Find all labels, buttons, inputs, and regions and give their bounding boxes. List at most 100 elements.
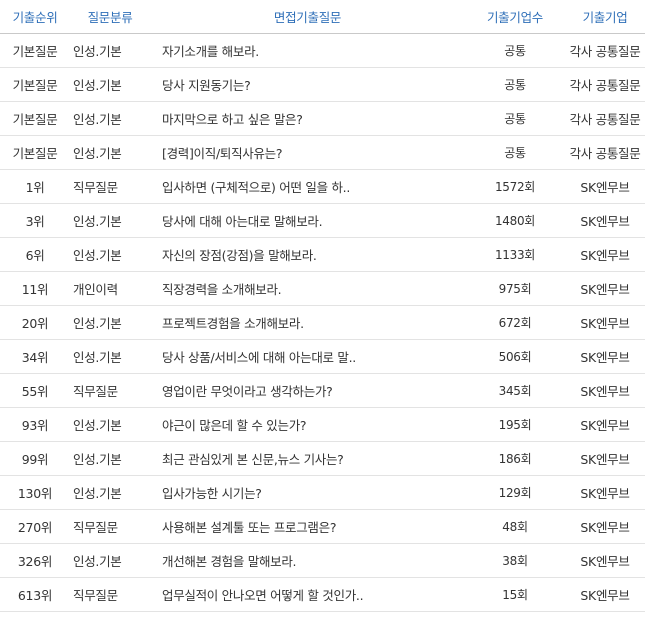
cell-company: SK엔무브: [565, 237, 645, 272]
cell-company: SK엔무브: [565, 509, 645, 544]
cell-count: 186회: [465, 441, 565, 476]
cell-rank: 20위: [0, 305, 70, 340]
cell-category: 인성.기본: [70, 543, 150, 578]
table-row[interactable]: 3위 인성.기본 당사에 대해 아는대로 말해보라. 1480회 SK엔무브: [0, 203, 645, 238]
header-company: 기출기업: [565, 0, 645, 34]
table-row[interactable]: 93위 인성.기본 야근이 많은데 할 수 있는가? 195회 SK엔무브: [0, 407, 645, 442]
cell-count: 195회: [465, 407, 565, 442]
cell-count: 공통: [465, 67, 565, 102]
cell-company: SK엔무브: [565, 543, 645, 578]
cell-category: 직무질문: [70, 373, 150, 408]
cell-rank: 1위: [0, 169, 70, 204]
cell-rank: 613위: [0, 577, 70, 612]
cell-count: 48회: [465, 509, 565, 544]
table-row[interactable]: 11위 개인이력 직장경력을 소개해보라. 975회 SK엔무브: [0, 271, 645, 306]
header-rank: 기출순위: [0, 0, 70, 34]
cell-company: SK엔무브: [565, 441, 645, 476]
cell-category: 직무질문: [70, 169, 150, 204]
table-row[interactable]: 기본질문 인성.기본 당사 지원동기는? 공통 각사 공통질문: [0, 67, 645, 102]
header-category: 질문분류: [70, 0, 150, 34]
cell-rank: 326위: [0, 543, 70, 578]
cell-count: 1133회: [465, 237, 565, 272]
cell-rank: 3위: [0, 203, 70, 238]
cell-question[interactable]: 직장경력을 소개해보라.: [150, 271, 465, 306]
cell-category: 인성.기본: [70, 203, 150, 238]
cell-category: 인성.기본: [70, 101, 150, 136]
cell-rank: 기본질문: [0, 135, 70, 170]
cell-rank: 55위: [0, 373, 70, 408]
cell-company: SK엔무브: [565, 169, 645, 204]
table-row[interactable]: 270위 직무질문 사용해본 설계툴 또는 프로그램은? 48회 SK엔무브: [0, 509, 645, 544]
cell-question[interactable]: 야근이 많은데 할 수 있는가?: [150, 407, 465, 442]
table-row[interactable]: 326위 인성.기본 개선해본 경험을 말해보라. 38회 SK엔무브: [0, 543, 645, 578]
cell-question[interactable]: 자신의 장점(강점)을 말해보라.: [150, 237, 465, 272]
cell-question[interactable]: 개선해본 경험을 말해보라.: [150, 543, 465, 578]
cell-count: 672회: [465, 305, 565, 340]
cell-rank: 6위: [0, 237, 70, 272]
cell-category: 직무질문: [70, 509, 150, 544]
table-row[interactable]: 34위 인성.기본 당사 상품/서비스에 대해 아는대로 말.. 506회 SK엔무브: [0, 339, 645, 374]
table-row[interactable]: 20위 인성.기본 프로젝트경험을 소개해보라. 672회 SK엔무브: [0, 305, 645, 340]
cell-question[interactable]: 자기소개를 해보라.: [150, 33, 465, 68]
cell-company: SK엔무브: [565, 373, 645, 408]
cell-count: 1480회: [465, 203, 565, 238]
cell-question[interactable]: 당사 지원동기는?: [150, 67, 465, 102]
cell-question[interactable]: 사용해본 설계툴 또는 프로그램은?: [150, 509, 465, 544]
cell-category: 인성.기본: [70, 339, 150, 374]
cell-question[interactable]: 프로젝트경험을 소개해보라.: [150, 305, 465, 340]
cell-category: 인성.기본: [70, 407, 150, 442]
cell-category: 인성.기본: [70, 475, 150, 510]
cell-question[interactable]: 입사하면 (구체적으로) 어떤 일을 하..: [150, 169, 465, 204]
cell-rank: 34위: [0, 339, 70, 374]
cell-question[interactable]: [경력]이직/퇴직사유는?: [150, 135, 465, 170]
table-header: 기출순위 질문분류 면접기출질문 기출기업수 기출기업: [0, 0, 645, 34]
table-row[interactable]: 기본질문 인성.기본 마지막으로 하고 싶은 말은? 공통 각사 공통질문: [0, 101, 645, 136]
table-row[interactable]: 6위 인성.기본 자신의 장점(강점)을 말해보라. 1133회 SK엔무브: [0, 237, 645, 272]
cell-company: 각사 공통질문: [565, 33, 645, 68]
table-row[interactable]: 55위 직무질문 영업이란 무엇이라고 생각하는가? 345회 SK엔무브: [0, 373, 645, 408]
interview-questions-table: 기출순위 질문분류 면접기출질문 기출기업수 기출기업 기본질문 인성.기본 자기소…: [0, 0, 645, 612]
cell-rank: 기본질문: [0, 33, 70, 68]
interview-questions-page: 기출순위 질문분류 면접기출질문 기출기업수 기출기업 기본질문 인성.기본 자기소…: [0, 0, 645, 618]
table-row[interactable]: 1위 직무질문 입사하면 (구체적으로) 어떤 일을 하.. 1572회 SK엔무브: [0, 169, 645, 204]
cell-count: 15회: [465, 577, 565, 612]
cell-question[interactable]: 최근 관심있게 본 신문,뉴스 기사는?: [150, 441, 465, 476]
cell-company: SK엔무브: [565, 577, 645, 612]
cell-category: 인성.기본: [70, 441, 150, 476]
table-row[interactable]: 99위 인성.기본 최근 관심있게 본 신문,뉴스 기사는? 186회 SK엔무브: [0, 441, 645, 476]
cell-count: 1572회: [465, 169, 565, 204]
table-row[interactable]: 기본질문 인성.기본 [경력]이직/퇴직사유는? 공통 각사 공통질문: [0, 135, 645, 170]
cell-company: SK엔무브: [565, 203, 645, 238]
cell-company: SK엔무브: [565, 305, 645, 340]
header-count: 기출기업수: [465, 0, 565, 34]
cell-rank: 11위: [0, 271, 70, 306]
header-row: 기출순위 질문분류 면접기출질문 기출기업수 기출기업: [0, 0, 645, 34]
cell-question[interactable]: 영업이란 무엇이라고 생각하는가?: [150, 373, 465, 408]
cell-question[interactable]: 당사에 대해 아는대로 말해보라.: [150, 203, 465, 238]
table-body: 기본질문 인성.기본 자기소개를 해보라. 공통 각사 공통질문 기본질문 인성.기본 당사 …: [0, 33, 645, 612]
cell-company: SK엔무브: [565, 407, 645, 442]
cell-question[interactable]: 업무실적이 안나오면 어떻게 할 것인가..: [150, 577, 465, 612]
cell-rank: 93위: [0, 407, 70, 442]
cell-company: 각사 공통질문: [565, 101, 645, 136]
cell-question[interactable]: 입사가능한 시기는?: [150, 475, 465, 510]
table-row[interactable]: 130위 인성.기본 입사가능한 시기는? 129회 SK엔무브: [0, 475, 645, 510]
cell-count: 506회: [465, 339, 565, 374]
header-question: 면접기출질문: [150, 0, 465, 34]
cell-category: 인성.기본: [70, 67, 150, 102]
cell-company: SK엔무브: [565, 475, 645, 510]
cell-count: 공통: [465, 33, 565, 68]
cell-company: 각사 공통질문: [565, 135, 645, 170]
cell-category: 인성.기본: [70, 135, 150, 170]
table-row[interactable]: 613위 직무질문 업무실적이 안나오면 어떻게 할 것인가.. 15회 SK엔무브: [0, 577, 645, 612]
cell-question[interactable]: 당사 상품/서비스에 대해 아는대로 말..: [150, 339, 465, 374]
cell-count: 345회: [465, 373, 565, 408]
table-row[interactable]: 기본질문 인성.기본 자기소개를 해보라. 공통 각사 공통질문: [0, 33, 645, 68]
cell-category: 인성.기본: [70, 305, 150, 340]
cell-count: 38회: [465, 543, 565, 578]
cell-rank: 99위: [0, 441, 70, 476]
cell-count: 공통: [465, 101, 565, 136]
cell-question[interactable]: 마지막으로 하고 싶은 말은?: [150, 101, 465, 136]
cell-count: 공통: [465, 135, 565, 170]
cell-category: 개인이력: [70, 271, 150, 306]
